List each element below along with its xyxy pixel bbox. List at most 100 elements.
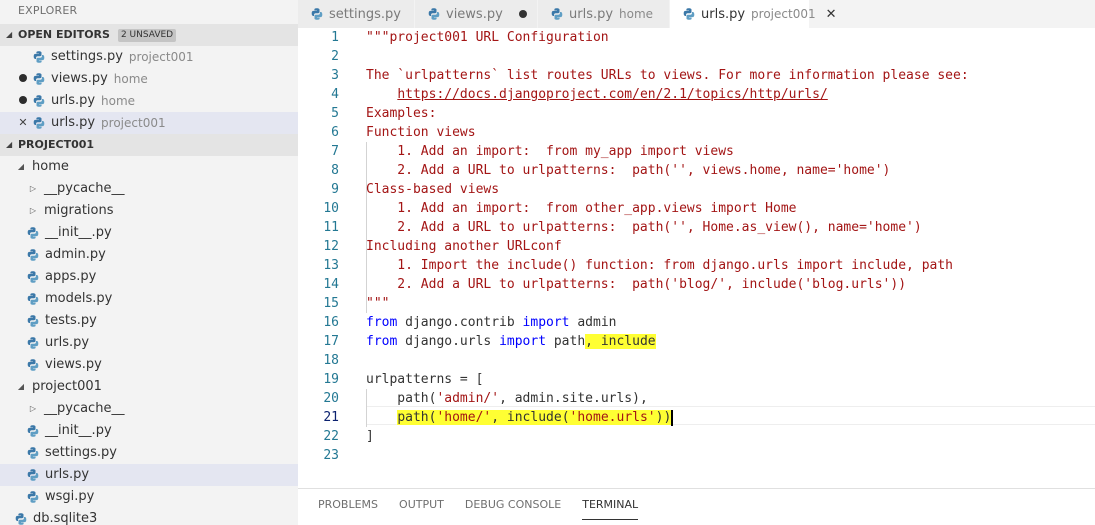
chevron-right-icon[interactable]: ▷ bbox=[26, 200, 40, 222]
open-editor-filename: urls.py bbox=[51, 93, 96, 108]
tree-item[interactable]: urls.py bbox=[0, 332, 298, 354]
code-line[interactable]: 15 """ bbox=[298, 294, 1095, 313]
open-editor-item[interactable]: ✕ urls.py project001 bbox=[0, 112, 298, 134]
code-line[interactable]: 7 1. Add an import: from my_app import v… bbox=[298, 142, 1095, 161]
python-file-icon bbox=[26, 248, 40, 262]
tree-item-label: urls.py bbox=[45, 467, 90, 482]
panel-tab-problems[interactable]: PROBLEMS bbox=[318, 489, 378, 525]
unsaved-dot-icon bbox=[14, 90, 32, 112]
bottom-panel: PROBLEMS OUTPUT DEBUG CONSOLE TERMINAL bbox=[298, 488, 1095, 525]
code-editor[interactable]: 1 """project001 URL Configuration 2 3 The `u… bbox=[298, 28, 1095, 488]
chevron-right-icon[interactable]: ▷ bbox=[26, 178, 40, 200]
code-line[interactable]: 22] bbox=[298, 427, 1095, 446]
tree-item[interactable]: ◢ home bbox=[0, 156, 298, 178]
editor-tab[interactable]: views.py bbox=[415, 0, 538, 28]
tab-filename: urls.py bbox=[569, 6, 614, 22]
code-line[interactable]: 21 path('home/', include('home.urls')) bbox=[298, 408, 1095, 427]
close-icon[interactable]: ✕ bbox=[826, 7, 837, 22]
line-number: 7 bbox=[331, 144, 339, 159]
project-tree: ◢ home ▷ __pycache__ ▷ migrations __init__.py a… bbox=[0, 156, 298, 525]
tree-item-label: __pycache__ bbox=[44, 181, 125, 196]
open-editor-filename: views.py bbox=[51, 71, 108, 86]
unsaved-dot-icon[interactable] bbox=[518, 10, 527, 18]
tree-item-label: __init__.py bbox=[45, 423, 112, 438]
tree-item[interactable]: ◢ project001 bbox=[0, 376, 298, 398]
tree-item[interactable]: views.py bbox=[0, 354, 298, 376]
close-icon[interactable]: ✕ bbox=[14, 112, 32, 134]
code-line[interactable]: 16 from django.contrib import admin bbox=[298, 313, 1095, 332]
python-file-icon bbox=[26, 468, 40, 482]
chevron-down-icon: ◢ bbox=[6, 140, 13, 149]
code-line[interactable]: 18 bbox=[298, 351, 1095, 370]
code-line[interactable]: 3 The `urlpatterns` list routes URLs to v… bbox=[298, 66, 1095, 85]
tree-item[interactable]: ▷ migrations bbox=[0, 200, 298, 222]
code-line[interactable]: 8 2. Add a URL to urlpatterns: path('', … bbox=[298, 161, 1095, 180]
open-editors-header[interactable]: ◢ OPEN EDITORS 2 UNSAVED bbox=[0, 24, 298, 46]
code-line[interactable]: 1 """project001 URL Configuration bbox=[298, 28, 1095, 47]
tree-item-label: project001 bbox=[32, 379, 102, 394]
line-number: 8 bbox=[331, 163, 339, 178]
python-file-icon bbox=[427, 7, 441, 21]
open-editor-item[interactable]: views.py home bbox=[0, 68, 298, 90]
code-line[interactable]: 13 1. Import the include() function: fro… bbox=[298, 256, 1095, 275]
code-text: 2. Add a URL to urlpatterns: path('', Ho… bbox=[366, 220, 922, 235]
panel-tab-output[interactable]: OUTPUT bbox=[399, 489, 444, 525]
python-file-icon bbox=[32, 72, 46, 86]
code-line[interactable]: 5 Examples: bbox=[298, 104, 1095, 123]
code-line[interactable]: 10 1. Add an import: from other_app.view… bbox=[298, 199, 1095, 218]
tree-item[interactable]: apps.py bbox=[0, 266, 298, 288]
tree-item[interactable]: urls.py bbox=[0, 464, 298, 486]
tree-item[interactable]: db.sqlite3 bbox=[0, 508, 298, 525]
python-file-icon bbox=[14, 512, 28, 525]
code-text: 1. Import the include() function: from d… bbox=[366, 258, 953, 273]
python-file-icon bbox=[26, 358, 40, 372]
code-line[interactable]: 20 path('admin/', admin.site.urls), bbox=[298, 389, 1095, 408]
chevron-down-icon[interactable]: ◢ bbox=[14, 156, 28, 178]
tree-item[interactable]: wsgi.py bbox=[0, 486, 298, 508]
tree-item[interactable]: models.py bbox=[0, 288, 298, 310]
tree-item[interactable]: settings.py bbox=[0, 442, 298, 464]
open-editor-item[interactable]: settings.py project001 bbox=[0, 46, 298, 68]
tree-item[interactable]: ▷ __pycache__ bbox=[0, 178, 298, 200]
tree-item[interactable]: __init__.py bbox=[0, 222, 298, 244]
chevron-down-icon[interactable]: ◢ bbox=[14, 376, 28, 398]
unsaved-dot-icon bbox=[14, 68, 32, 90]
code-text: path('home/', include('home.urls')) bbox=[397, 409, 674, 426]
editor-tab[interactable]: urls.py project001 ✕ bbox=[670, 0, 837, 28]
tree-item[interactable]: __init__.py bbox=[0, 420, 298, 442]
line-number: 17 bbox=[323, 334, 339, 349]
line-number: 5 bbox=[331, 106, 339, 121]
project-label: PROJECT001 bbox=[18, 138, 95, 151]
editor-tab[interactable]: urls.py home bbox=[538, 0, 670, 28]
code-line[interactable]: 11 2. Add a URL to urlpatterns: path('',… bbox=[298, 218, 1095, 237]
tree-item[interactable]: ▷ __pycache__ bbox=[0, 398, 298, 420]
tree-item-label: migrations bbox=[44, 203, 114, 218]
panel-tab-terminal[interactable]: TERMINAL bbox=[582, 489, 638, 525]
code-line[interactable]: 19 urlpatterns = [ bbox=[298, 370, 1095, 389]
tree-item-label: models.py bbox=[45, 291, 113, 306]
code-line[interactable]: 4 https://docs.djangoproject.com/en/2.1/… bbox=[298, 85, 1095, 104]
code-line[interactable]: 12 Including another URLconf bbox=[298, 237, 1095, 256]
code-line[interactable]: 2 bbox=[298, 47, 1095, 66]
editor-tab[interactable]: settings.py bbox=[298, 0, 415, 28]
chevron-right-icon[interactable]: ▷ bbox=[26, 398, 40, 420]
code-text: from django.urls import path, include bbox=[366, 334, 656, 349]
code-text: Function views bbox=[366, 125, 476, 140]
code-line[interactable]: 17 from django.urls import path, include bbox=[298, 332, 1095, 351]
editor-tab-bar: settings.py views.py urls.py home urls.py pro… bbox=[298, 0, 1095, 28]
panel-tab-debug-console[interactable]: DEBUG CONSOLE bbox=[465, 489, 561, 525]
code-line[interactable]: 6 Function views bbox=[298, 123, 1095, 142]
tree-item[interactable]: admin.py bbox=[0, 244, 298, 266]
python-file-icon bbox=[26, 292, 40, 306]
code-line[interactable]: 23 bbox=[298, 446, 1095, 465]
tree-item-label: __pycache__ bbox=[44, 401, 125, 416]
open-editor-filename: urls.py bbox=[51, 115, 96, 130]
project-header[interactable]: ◢ PROJECT001 bbox=[0, 134, 298, 156]
code-text: path('admin/', admin.site.urls), bbox=[366, 391, 648, 406]
code-text: from django.contrib import admin bbox=[366, 315, 617, 330]
code-line[interactable]: 14 2. Add a URL to urlpatterns: path('bl… bbox=[298, 275, 1095, 294]
open-editor-item[interactable]: urls.py home bbox=[0, 90, 298, 112]
code-text: ] bbox=[366, 429, 374, 444]
code-line[interactable]: 9 Class-based views bbox=[298, 180, 1095, 199]
tree-item[interactable]: tests.py bbox=[0, 310, 298, 332]
